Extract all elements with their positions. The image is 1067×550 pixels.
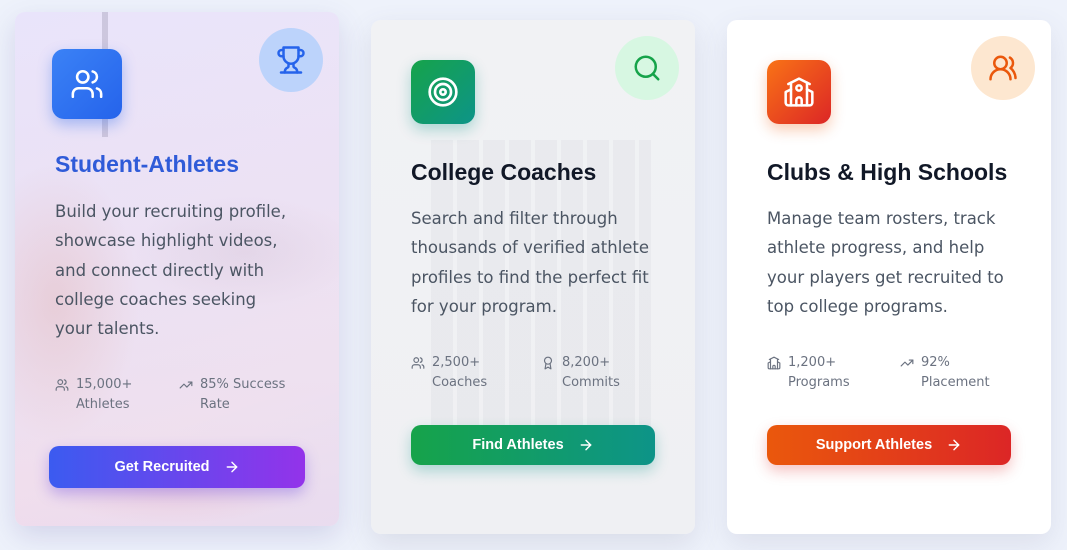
stat-label: Programs bbox=[788, 375, 850, 390]
arrow-right-icon bbox=[226, 461, 237, 473]
trending-up-icon bbox=[179, 381, 193, 389]
stat-placement: 92% Placement bbox=[900, 353, 990, 393]
stat-programs: 1,200+ Programs bbox=[767, 353, 850, 393]
description-line: athlete progress, and help bbox=[767, 238, 985, 258]
description-line: top college programs. bbox=[767, 296, 948, 316]
stat-coaches: 2,500+ Coaches bbox=[411, 353, 487, 393]
description-line: college coaches seeking bbox=[55, 289, 257, 309]
description-line: thousands of verified athlete bbox=[411, 238, 650, 258]
description-line: your talents. bbox=[55, 319, 160, 339]
stat-value: 85% Success bbox=[200, 377, 286, 392]
trophy-icon bbox=[259, 28, 323, 92]
card-description: Search and filter through thousands of v… bbox=[411, 204, 681, 321]
stat-value: 1,200+ bbox=[788, 355, 837, 370]
card-description: Build your recruiting profile, showcase … bbox=[55, 197, 325, 343]
stat-value: 92% bbox=[921, 355, 950, 370]
users-icon bbox=[411, 357, 425, 369]
card-student-athletes: Student-Athletes Build your recruiting p… bbox=[15, 12, 339, 526]
description-line: Build your recruiting profile, bbox=[55, 202, 287, 221]
arrow-right-icon bbox=[580, 439, 592, 451]
stat-label: Rate bbox=[200, 397, 230, 412]
card-college-coaches: College Coaches Search and filter throug… bbox=[371, 20, 695, 534]
get-recruited-button[interactable]: Get Recruited bbox=[49, 446, 305, 488]
description-line: for your program. bbox=[411, 296, 557, 316]
stat-label: Commits bbox=[562, 375, 620, 390]
users-icon bbox=[52, 49, 122, 119]
target-icon bbox=[411, 60, 475, 124]
button-label: Find Athletes bbox=[472, 437, 564, 453]
trending-up-icon bbox=[900, 359, 914, 367]
users-icon bbox=[55, 379, 69, 391]
stat-athletes: 15,000+ Athletes bbox=[55, 375, 132, 415]
card-title: College Coaches bbox=[411, 159, 597, 185]
card-clubs-high-schools: Clubs & High Schools Manage team rosters… bbox=[727, 20, 1051, 534]
arrow-right-icon bbox=[948, 439, 960, 451]
button-label: Get Recruited bbox=[114, 459, 210, 475]
stat-commits: 8,200+ Commits bbox=[541, 353, 620, 393]
stat-value: 8,200+ bbox=[562, 355, 611, 370]
stat-value: 15,000+ bbox=[76, 377, 133, 392]
stat-label: Athletes bbox=[76, 397, 130, 412]
find-athletes-button[interactable]: Find Athletes bbox=[411, 425, 655, 465]
stat-label: Coaches bbox=[432, 375, 488, 390]
support-athletes-button[interactable]: Support Athletes bbox=[767, 425, 1011, 465]
description-line: Search and filter through bbox=[411, 209, 618, 228]
award-icon bbox=[543, 356, 553, 370]
search-icon bbox=[615, 36, 679, 100]
description-line: profiles to find the perfect fit bbox=[411, 267, 649, 287]
school-icon bbox=[767, 60, 831, 124]
school-icon bbox=[767, 356, 781, 370]
description-line: and connect directly with bbox=[55, 260, 265, 280]
card-title: Student-Athletes bbox=[55, 151, 239, 177]
stat-success-rate: 85% Success Rate bbox=[179, 375, 285, 415]
card-title: Clubs & High Schools bbox=[767, 159, 1008, 185]
description-line: Manage team rosters, track bbox=[767, 209, 996, 228]
description-line: showcase highlight videos, bbox=[55, 231, 278, 251]
card-description: Manage team rosters, track athlete progr… bbox=[767, 204, 1037, 321]
button-label: Support Athletes bbox=[815, 437, 933, 453]
stat-label: Placement bbox=[921, 375, 990, 390]
description-line: your players get recruited to bbox=[767, 267, 1004, 287]
stat-value: 2,500+ bbox=[432, 355, 481, 370]
users-icon bbox=[971, 36, 1035, 100]
